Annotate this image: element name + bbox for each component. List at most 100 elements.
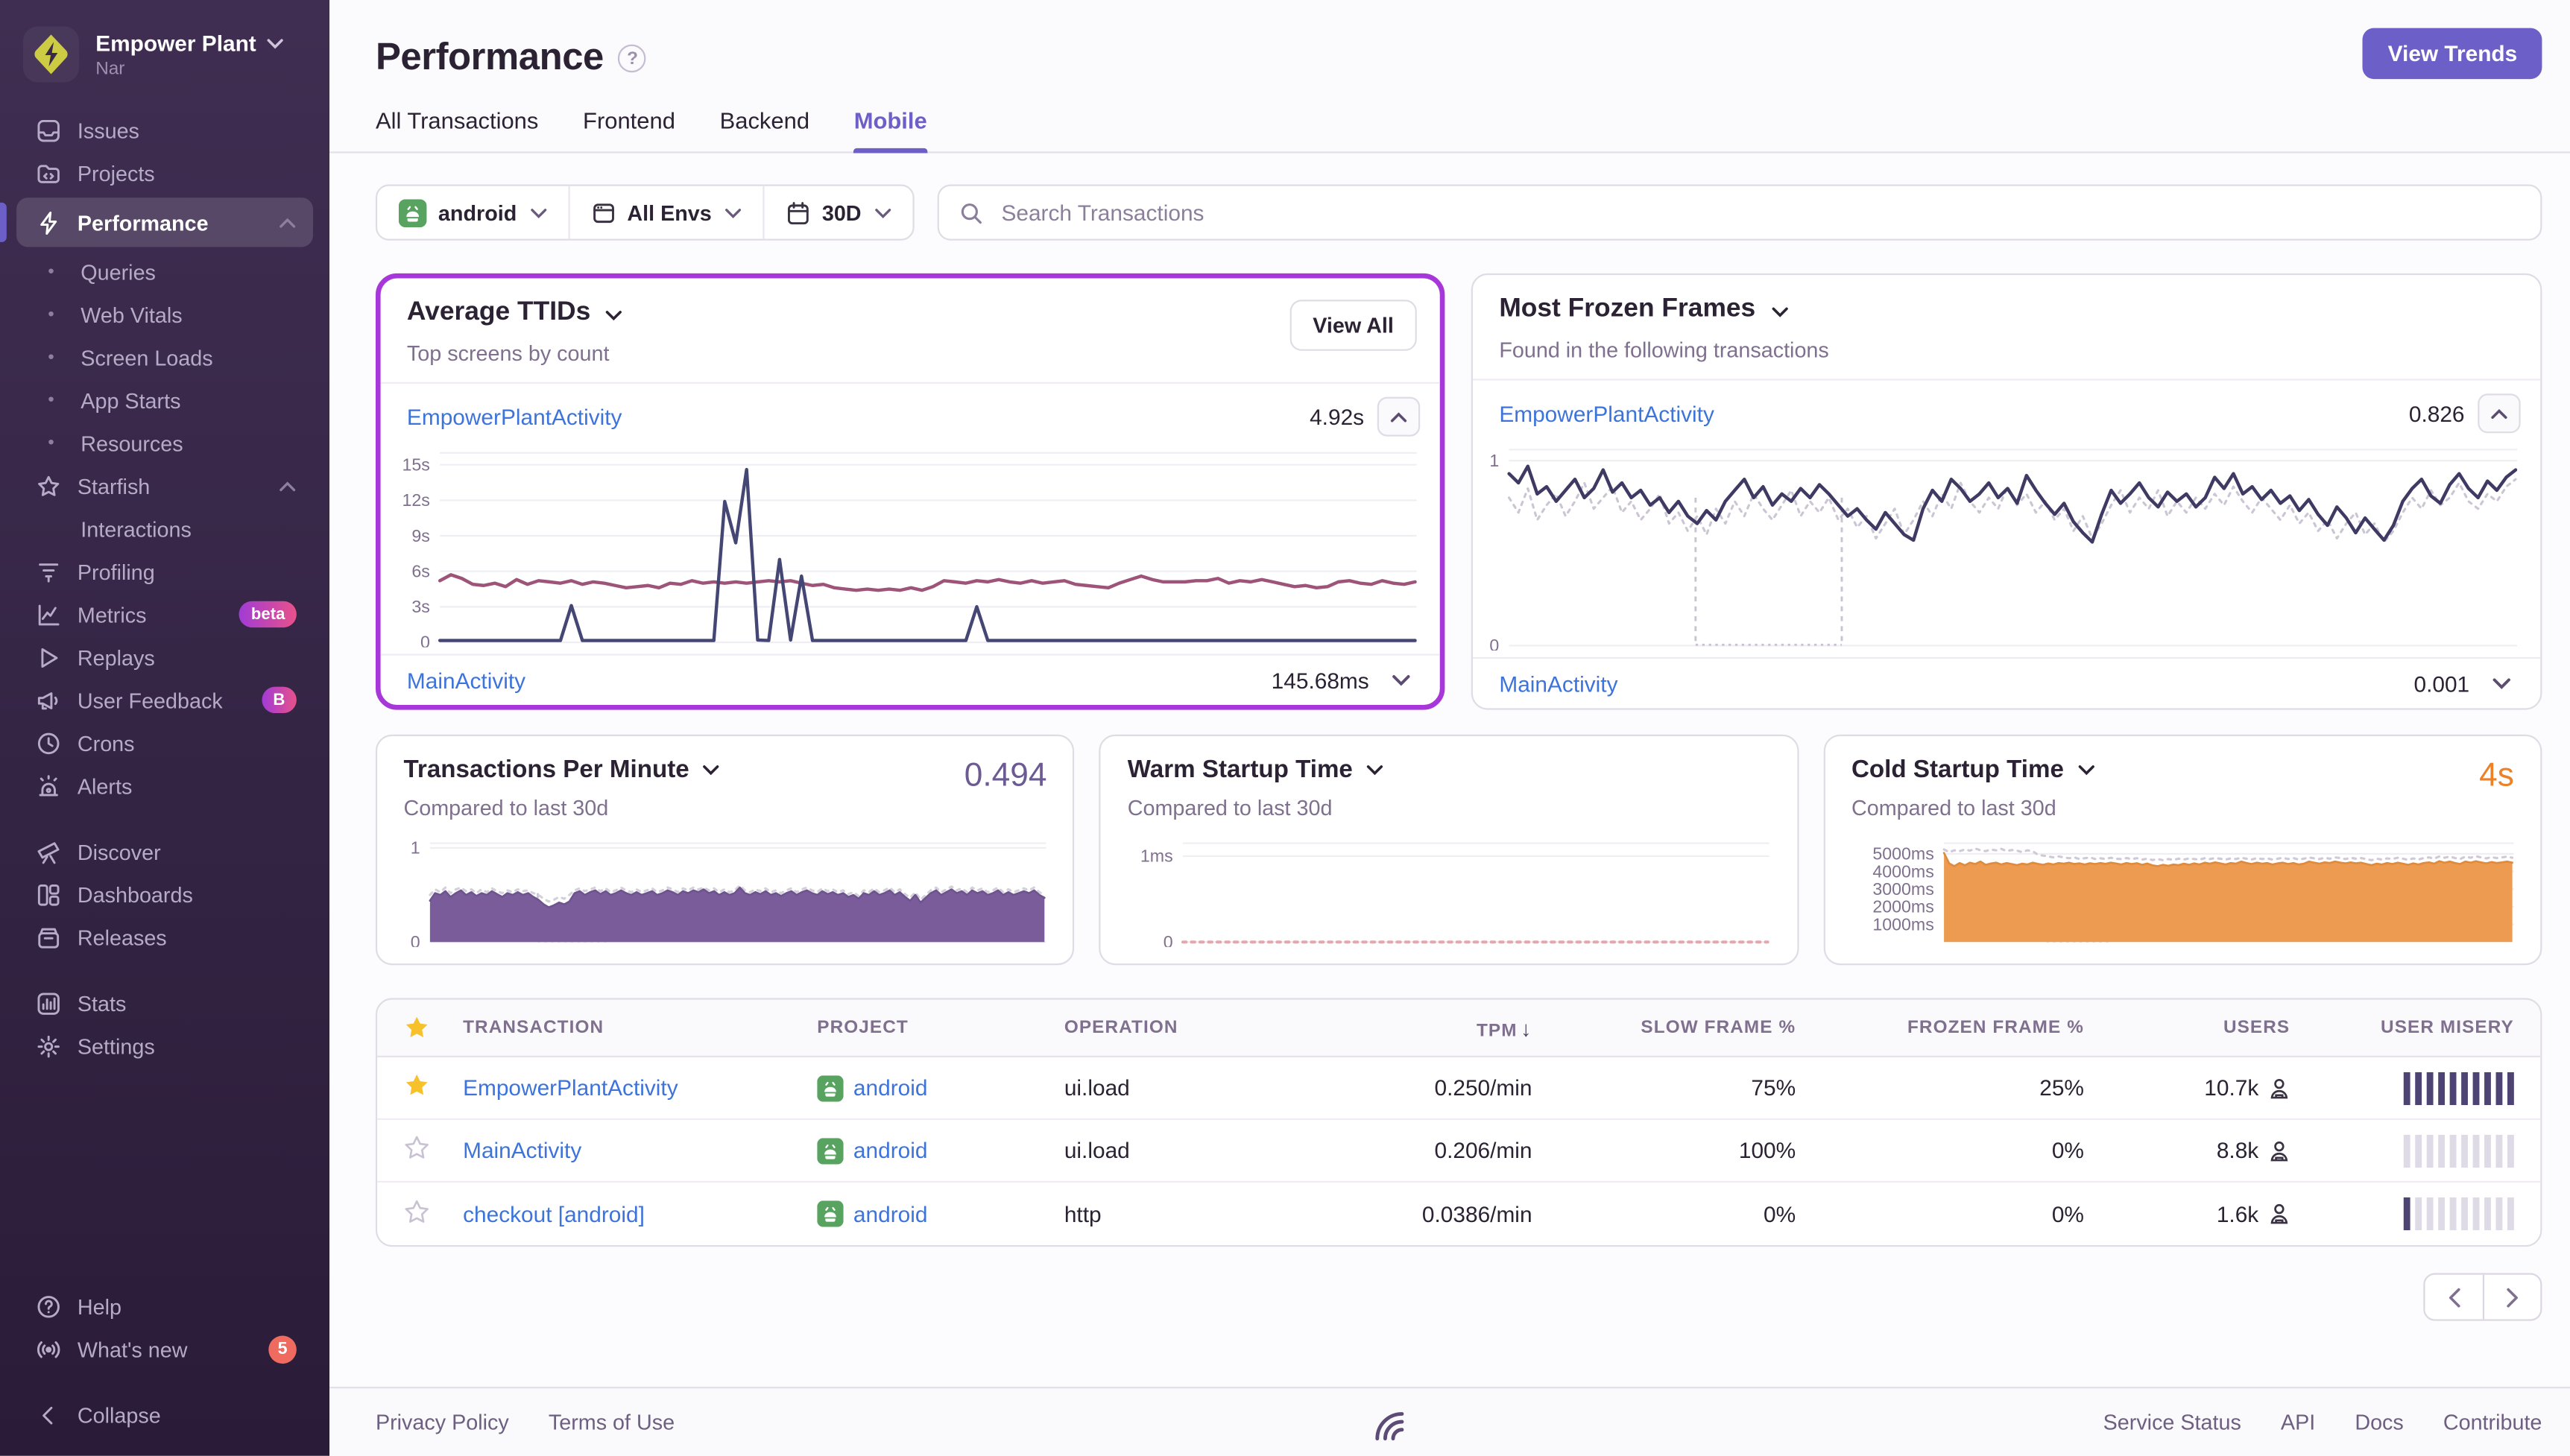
transaction-link[interactable]: MainActivity — [1499, 671, 1617, 696]
sidebar-item-resources[interactable]: • Resources — [16, 422, 313, 464]
column-header-slow-frame-[interactable]: SLOW FRAME % — [1545, 1018, 1809, 1038]
sort-desc-icon[interactable]: ↓ — [1521, 1016, 1532, 1040]
sidebar-item-issues[interactable]: Issues — [16, 109, 313, 151]
org-switcher[interactable]: Empower Plant Nar — [0, 23, 329, 109]
column-header-operation[interactable]: OPERATION — [1051, 1018, 1331, 1038]
column-header-frozen-frame-[interactable]: FROZEN FRAME % — [1809, 1018, 2097, 1038]
previous-page-button[interactable] — [2425, 1274, 2483, 1320]
column-header-transaction[interactable]: TRANSACTION — [449, 1018, 803, 1038]
transaction-link[interactable]: MainActivity — [463, 1138, 581, 1162]
sidebar-item-help[interactable]: Help — [16, 1285, 313, 1327]
sidebar-item-whats-new[interactable]: What's new 5 — [16, 1327, 313, 1370]
sidebar-item-releases[interactable]: Releases — [16, 916, 313, 958]
sidebar-item-collapse[interactable]: Collapse — [16, 1393, 313, 1436]
star-outline-icon[interactable] — [404, 1198, 430, 1229]
misery-bar — [2414, 1197, 2422, 1231]
footer-link-terms-of-use[interactable]: Terms of Use — [549, 1410, 675, 1434]
help-tooltip-icon[interactable]: ? — [618, 44, 647, 73]
sidebar-item-screen-loads[interactable]: • Screen Loads — [16, 336, 313, 379]
sidebar-item-starfish[interactable]: Starfish — [16, 464, 313, 507]
sidebar-item-crons[interactable]: Crons — [16, 721, 313, 764]
footer-link-privacy-policy[interactable]: Privacy Policy — [376, 1410, 509, 1434]
sidebar-item-settings[interactable]: Settings — [16, 1025, 313, 1067]
expand-row-button[interactable] — [2483, 671, 2521, 697]
view-all-button[interactable]: View All — [1289, 300, 1417, 351]
tab-frontend[interactable]: Frontend — [583, 107, 675, 152]
sidebar-item-alerts[interactable]: Alerts — [16, 765, 313, 807]
footer-link-docs[interactable]: Docs — [2355, 1410, 2403, 1434]
project-link[interactable]: android — [853, 1075, 928, 1100]
android-project-icon — [817, 1074, 844, 1101]
sidebar-item-projects[interactable]: Projects — [16, 151, 313, 194]
sidebar-item-app-starts[interactable]: • App Starts — [16, 379, 313, 421]
panel-title: Warm Startup Time — [1127, 756, 1353, 785]
panel-title-dropdown[interactable]: Average TTIDs — [407, 298, 1413, 328]
big-value: 4s — [2479, 757, 2514, 794]
footer-link-service-status[interactable]: Service Status — [2103, 1410, 2241, 1434]
column-header-project[interactable]: PROJECT — [804, 1018, 1052, 1038]
column-header-tpm[interactable]: TPM ↓ — [1331, 1016, 1545, 1040]
sidebar-item-stats[interactable]: Stats — [16, 981, 313, 1024]
project-filter[interactable]: android — [377, 186, 568, 239]
android-project-icon — [817, 1137, 844, 1164]
panel-title-dropdown[interactable]: Most Frozen Frames — [1499, 295, 2514, 325]
bars-icon — [33, 990, 63, 1015]
panel-title-dropdown[interactable]: Transactions Per Minute — [404, 756, 1047, 784]
column-header-users[interactable]: USERS — [2097, 1018, 2303, 1038]
sidebar-item-performance[interactable]: Performance — [0, 197, 313, 247]
search-input[interactable] — [998, 198, 2521, 227]
misery-bar — [2484, 1071, 2491, 1104]
transaction-link[interactable]: EmpowerPlantActivity — [1499, 401, 1714, 425]
svg-text:3000ms: 3000ms — [1872, 879, 1934, 899]
transaction-link[interactable]: EmpowerPlantActivity — [463, 1075, 678, 1100]
environment-filter-label: All Envs — [627, 200, 712, 225]
whats-new-count-badge: 5 — [268, 1335, 297, 1363]
transaction-link[interactable]: checkout [android] — [463, 1201, 645, 1226]
view-trends-button[interactable]: View Trends — [2363, 28, 2542, 80]
project-link[interactable]: android — [853, 1138, 928, 1162]
tab-all-transactions[interactable]: All Transactions — [376, 107, 538, 152]
user-feedback-badge: B — [261, 686, 297, 714]
tpm-chart: 10 — [404, 838, 1047, 952]
tab-mobile[interactable]: Mobile — [853, 107, 928, 153]
sidebar-item-label: App Starts — [80, 387, 181, 413]
expand-row-button[interactable] — [1382, 667, 1420, 693]
panel-title-dropdown[interactable]: Warm Startup Time — [1127, 756, 1771, 785]
transaction-link[interactable]: MainActivity — [407, 668, 525, 692]
sidebar-item-metrics[interactable]: Metrics beta — [16, 593, 313, 636]
date-range-filter[interactable]: 30D — [763, 186, 912, 239]
chevron-down-icon — [1770, 306, 1788, 317]
misery-bar — [2426, 1133, 2434, 1167]
metric-value: 0.001 — [2413, 671, 2470, 696]
panel-subtitle: Compared to last 30d — [403, 795, 609, 820]
collapse-row-button[interactable] — [1377, 396, 1421, 437]
sidebar-item-label: What's new — [77, 1336, 188, 1361]
star-outline-icon[interactable] — [404, 1135, 430, 1166]
sidebar: Empower Plant Nar Issues Projects Performa… — [0, 0, 330, 1456]
sidebar-item-replays[interactable]: Replays — [16, 636, 313, 678]
metric-value: 4.92s — [1310, 404, 1365, 429]
sidebar-item-profiling[interactable]: Profiling — [16, 550, 313, 592]
misery-bar — [2507, 1071, 2514, 1104]
sidebar-item-discover[interactable]: Discover — [16, 830, 313, 873]
sidebar-item-label: Help — [77, 1294, 122, 1319]
sidebar-item-user-feedback[interactable]: User Feedback B — [16, 679, 313, 721]
collapse-row-button[interactable] — [2478, 393, 2521, 434]
panel-title-dropdown[interactable]: Cold Startup Time — [1851, 756, 2514, 784]
star-column-header[interactable] — [377, 1015, 449, 1041]
transaction-link[interactable]: EmpowerPlantActivity — [407, 405, 622, 429]
star-filled-icon[interactable] — [404, 1072, 430, 1104]
column-header-user-misery[interactable]: USER MISERY — [2303, 1018, 2540, 1038]
sidebar-item-web-vitals[interactable]: • Web Vitals — [16, 293, 313, 335]
project-link[interactable]: android — [853, 1201, 928, 1226]
footer-link-contribute[interactable]: Contribute — [2443, 1410, 2542, 1434]
frozen-frame-cell: 0% — [2051, 1201, 2084, 1226]
sidebar-item-dashboards[interactable]: Dashboards — [16, 873, 313, 915]
sidebar-item-interactions[interactable]: Interactions — [16, 507, 313, 550]
user-misery-bars — [2303, 1133, 2540, 1167]
tab-backend[interactable]: Backend — [720, 107, 809, 152]
sidebar-item-queries[interactable]: • Queries — [16, 250, 313, 293]
next-page-button[interactable] — [2482, 1274, 2541, 1320]
environment-filter[interactable]: All Envs — [567, 186, 763, 239]
footer-link-api[interactable]: API — [2281, 1410, 2315, 1434]
